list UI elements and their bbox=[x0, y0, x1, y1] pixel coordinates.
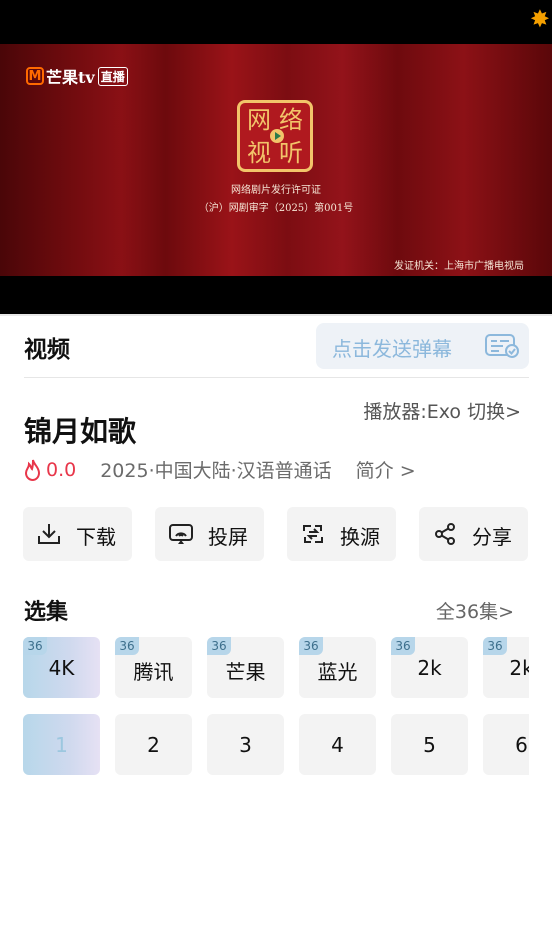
license-number: （沪）网剧审字（2025）第001号 bbox=[198, 203, 354, 214]
episode-list[interactable]: 1 2 3 4 5 6 bbox=[0, 714, 529, 776]
license-seal: 网 络 视 听 bbox=[237, 100, 313, 172]
tab-divider bbox=[0, 314, 552, 316]
source-name: 2k bbox=[417, 656, 442, 680]
cast-label: 投屏 bbox=[208, 525, 248, 549]
player-bottom-bar bbox=[0, 276, 552, 314]
intro-link[interactable]: 简介 > bbox=[356, 456, 416, 483]
show-title: 锦月如歌 bbox=[24, 415, 137, 448]
episode-count-badge: 36 bbox=[207, 637, 231, 655]
logo-m-icon: M bbox=[26, 67, 44, 85]
episode-number: 2 bbox=[147, 733, 160, 757]
tab-video[interactable]: 视频 bbox=[24, 330, 70, 364]
download-button[interactable]: 下载 bbox=[23, 507, 132, 561]
source-item-bluray[interactable]: 36 蓝光 bbox=[299, 637, 376, 698]
danmu-placeholder: 点击发送弹幕 bbox=[332, 337, 452, 361]
notification-icon: ✸ bbox=[529, 5, 550, 33]
status-bar: ✸ bbox=[0, 0, 552, 44]
player-switch-link[interactable]: 播放器:Exo 切换> bbox=[363, 397, 521, 424]
download-icon bbox=[38, 524, 60, 544]
header-divider bbox=[24, 377, 529, 378]
show-info: 2025·中国大陆·汉语普通话 bbox=[100, 460, 332, 482]
source-list[interactable]: 36 4K 36 腾讯 36 芒果 36 蓝光 36 2k 36 2k bbox=[0, 637, 529, 699]
logo-badge: 直播 bbox=[97, 66, 128, 86]
episode-item[interactable]: 1 bbox=[23, 714, 100, 775]
source-item-2k[interactable]: 36 2k bbox=[391, 637, 468, 698]
show-meta-row: 0.0 2025·中国大陆·汉语普通话 简介 > bbox=[24, 456, 416, 483]
episode-number: 6 bbox=[515, 733, 528, 757]
cast-button[interactable]: 投屏 bbox=[155, 507, 264, 561]
mango-tv-logo: M 芒果tv 直播 bbox=[26, 64, 128, 88]
episode-item[interactable]: 6 bbox=[483, 714, 529, 775]
seal-char: 网 bbox=[247, 105, 271, 134]
episode-number: 3 bbox=[239, 733, 252, 757]
episodes-section-title: 选集 bbox=[24, 600, 69, 625]
episode-number: 5 bbox=[423, 733, 436, 757]
source-item-4k[interactable]: 36 4K bbox=[23, 637, 100, 698]
play-icon bbox=[270, 129, 284, 143]
episode-number: 1 bbox=[55, 733, 68, 757]
episode-item[interactable]: 3 bbox=[207, 714, 284, 775]
episode-item[interactable]: 5 bbox=[391, 714, 468, 775]
share-icon bbox=[435, 523, 455, 545]
danmu-input[interactable]: 点击发送弹幕 bbox=[316, 323, 529, 369]
source-name: 蓝光 bbox=[317, 660, 358, 684]
share-button[interactable]: 分享 bbox=[419, 507, 528, 561]
source-item-tencent[interactable]: 36 腾讯 bbox=[115, 637, 192, 698]
danmu-settings-icon[interactable] bbox=[485, 334, 519, 358]
fire-icon bbox=[24, 459, 41, 481]
episode-number: 4 bbox=[331, 733, 344, 757]
episode-count-badge: 36 bbox=[483, 637, 507, 655]
share-label: 分享 bbox=[472, 525, 512, 549]
switch-source-button[interactable]: 换源 bbox=[287, 507, 396, 561]
license-authority: 发证机关：上海市广播电视局 bbox=[394, 261, 524, 272]
logo-text: 芒果tv bbox=[46, 68, 95, 87]
source-item-2k-alt[interactable]: 36 2k bbox=[483, 637, 529, 698]
switch-source-icon bbox=[303, 525, 323, 543]
episode-item[interactable]: 4 bbox=[299, 714, 376, 775]
switch-source-label: 换源 bbox=[340, 525, 380, 549]
video-player[interactable]: M 芒果tv 直播 网 络 视 听 网络剧片发行许可证 （沪）网剧审字（2025… bbox=[0, 44, 552, 276]
episode-count-badge: 36 bbox=[391, 637, 415, 655]
seal-char: 视 bbox=[247, 138, 271, 167]
episode-count-badge: 36 bbox=[115, 637, 139, 655]
source-name: 芒果 bbox=[225, 660, 266, 684]
cast-icon bbox=[169, 524, 193, 544]
episode-count-badge: 36 bbox=[299, 637, 323, 655]
all-episodes-link[interactable]: 全36集> bbox=[436, 597, 514, 624]
source-item-mango[interactable]: 36 芒果 bbox=[207, 637, 284, 698]
hot-score: 0.0 bbox=[46, 458, 77, 481]
license-title: 网络剧片发行许可证 bbox=[231, 185, 321, 196]
episode-item[interactable]: 2 bbox=[115, 714, 192, 775]
source-name: 4K bbox=[48, 656, 75, 680]
download-label: 下载 bbox=[76, 525, 116, 549]
episode-count-badge: 36 bbox=[23, 637, 47, 655]
source-name: 腾讯 bbox=[133, 660, 174, 684]
source-name: 2k bbox=[509, 656, 529, 680]
